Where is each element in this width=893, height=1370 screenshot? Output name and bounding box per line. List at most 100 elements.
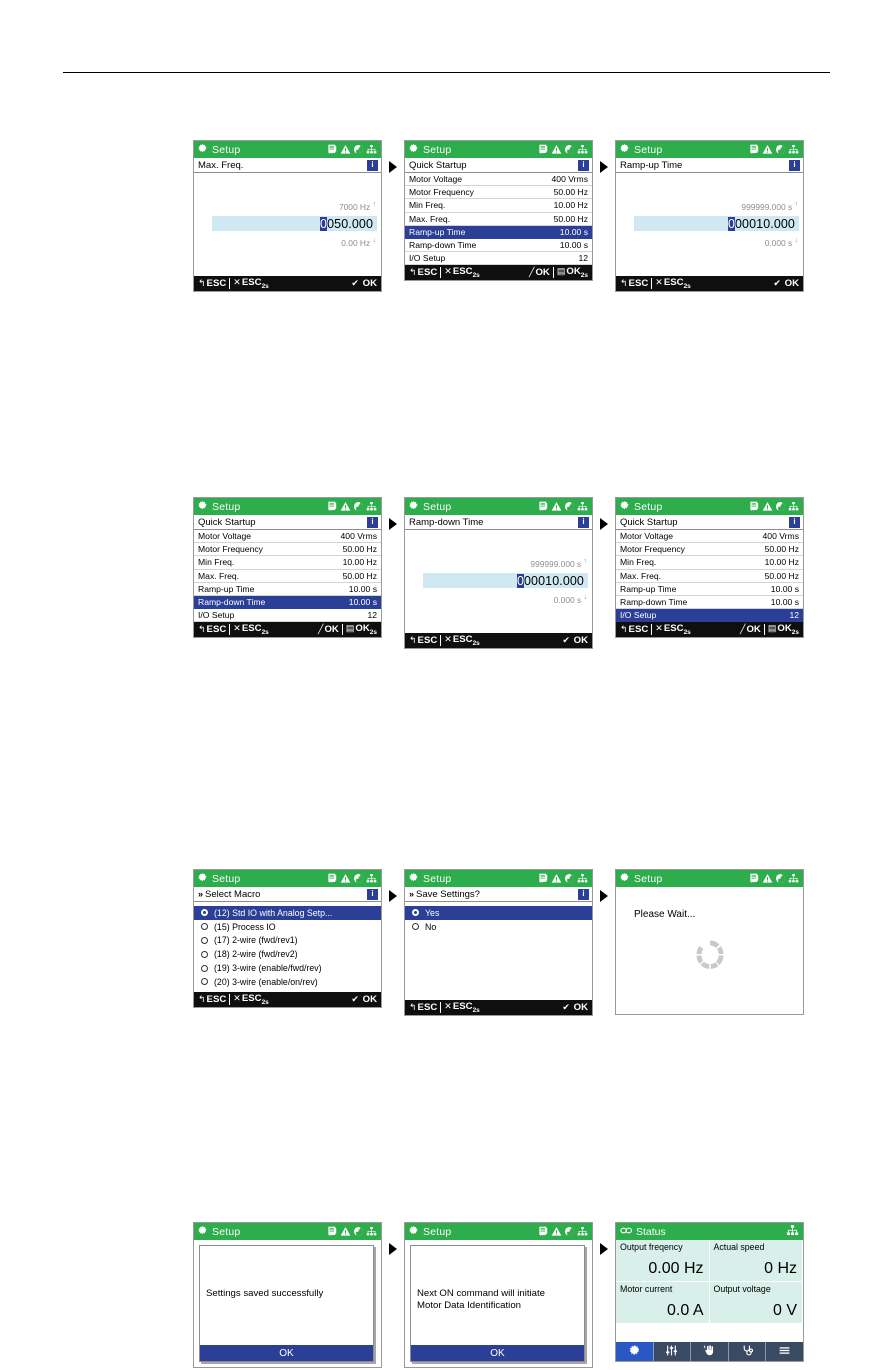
info-icon[interactable]: i — [789, 159, 800, 171]
list-item[interactable]: Max. Freq. 50.00 Hz — [194, 570, 381, 583]
radio-option[interactable]: (20) 3-wire (enable/on/rev) — [194, 975, 381, 989]
ok-softkey[interactable]: ✔ OK — [351, 278, 377, 289]
esc-softkey[interactable]: ↰ESC — [198, 278, 226, 289]
list-item[interactable]: Motor Voltage 400 Vrms — [616, 530, 803, 544]
radio-option[interactable]: (15) Process IO — [194, 920, 381, 934]
status-title: Status — [636, 1225, 666, 1238]
list-item[interactable]: Min Freq. 10.00 Hz — [405, 199, 592, 213]
tab-manual-control[interactable] — [691, 1342, 729, 1361]
wait-panel: Please Wait... — [616, 887, 803, 1014]
warning-triangle-icon — [762, 873, 773, 884]
list-item[interactable]: Motor Frequency 50.00 Hz — [194, 543, 381, 557]
esc-softkey[interactable]: ↰ESC — [198, 994, 226, 1005]
esc-2s-softkey[interactable]: ✕ESC2s — [444, 266, 480, 279]
list-item[interactable]: Ramp-down Time 10.00 s — [616, 596, 803, 610]
list-item[interactable]: Motor Voltage 400 Vrms — [194, 530, 381, 544]
esc-softkey[interactable]: ↰ESC — [198, 624, 226, 635]
network-icon — [366, 1226, 377, 1237]
esc-softkey[interactable]: ↰ESC — [620, 624, 648, 635]
list-item[interactable]: Min Freq. 10.00 Hz — [616, 556, 803, 570]
radio-option-yes[interactable]: Yes — [405, 906, 592, 920]
dialog-ok-button[interactable]: OK — [200, 1345, 373, 1361]
list-item[interactable]: Max. Freq. 50.00 Hz — [616, 570, 803, 583]
info-icon[interactable]: i — [367, 888, 378, 900]
info-icon[interactable]: i — [578, 159, 589, 171]
info-icon[interactable]: i — [367, 159, 378, 171]
save-ok-2s-softkey[interactable]: ▤OK2s — [346, 623, 377, 636]
info-icon[interactable]: i — [578, 516, 589, 528]
list-item-selected[interactable]: I/O Setup 12 — [616, 609, 803, 623]
status-header: Status — [616, 1223, 803, 1240]
list-item-selected[interactable]: Ramp-up Time 10.00 s — [405, 225, 592, 239]
value-input[interactable]: 000010.000 — [423, 573, 588, 588]
link-chain-icon — [620, 1225, 633, 1238]
tab-parameters[interactable] — [654, 1342, 692, 1361]
svg-text:A: A — [540, 1232, 543, 1237]
tab-menu[interactable] — [766, 1342, 803, 1361]
radio-option[interactable]: (12) Std IO with Analog Setp... — [194, 906, 381, 920]
ok-softkey[interactable]: ✔ OK — [562, 1002, 588, 1013]
tab-setup[interactable] — [616, 1342, 654, 1361]
info-icon[interactable]: i — [789, 516, 800, 528]
list-item[interactable]: Max. Freq. 50.00 Hz — [405, 213, 592, 226]
list-item[interactable]: Ramp-up Time 10.00 s — [616, 583, 803, 596]
list-item[interactable]: Motor Frequency 50.00 Hz — [405, 186, 592, 200]
screen-subtitle-bar: Ramp-up Time i — [616, 158, 803, 173]
list-item[interactable]: I/O Setup 12 — [194, 609, 381, 623]
list-item[interactable]: Ramp-up Time 10.00 s — [194, 583, 381, 596]
ok-softkey[interactable]: ✔ OK — [562, 635, 588, 646]
cursor-digit: 0 — [516, 573, 524, 588]
save-ok-2s-softkey[interactable]: ▤OK2s — [557, 266, 588, 279]
ok-softkey[interactable]: ✔ OK — [351, 994, 377, 1005]
warning-triangle-icon — [762, 501, 773, 512]
device-screen-max-freq-edit: Setup A Max. Freq. i 7000 Hz ↑ 0050.000 … — [193, 140, 382, 292]
info-icon[interactable]: i — [367, 516, 378, 528]
radio-option[interactable]: (19) 3-wire (enable/fwd/rev) — [194, 961, 381, 975]
radio-option[interactable]: (18) 2-wire (fwd/rev2) — [194, 947, 381, 961]
esc-2s-softkey[interactable]: ✕ESC2s — [444, 1001, 480, 1014]
value-input[interactable]: 0050.000 — [212, 216, 377, 231]
esc-softkey[interactable]: ↰ESC — [409, 1002, 437, 1013]
dialog-ok-button[interactable]: OK — [411, 1345, 584, 1361]
device-screen-select-macro: Setup A » Select Macro i (12) Std IO wit… — [193, 869, 382, 1008]
svg-text:A: A — [329, 150, 332, 155]
esc-2s-softkey[interactable]: ✕ESC2s — [444, 634, 480, 647]
tab-diagnostics[interactable] — [729, 1342, 767, 1361]
screen-title: Setup — [212, 143, 241, 156]
list-item[interactable]: I/O Setup 12 — [405, 252, 592, 266]
esc-softkey[interactable]: ↰ESC — [620, 278, 648, 289]
radio-option-no[interactable]: No — [405, 920, 592, 934]
screen-subtitle-bar: » Select Macro i — [194, 887, 381, 902]
document-a-icon: A — [327, 144, 338, 155]
esc-2s-softkey[interactable]: ✕ESC2s — [233, 993, 269, 1006]
list-item[interactable]: Min Freq. 10.00 Hz — [194, 556, 381, 570]
radio-icon — [201, 964, 208, 972]
esc-softkey[interactable]: ↰ESC — [409, 267, 437, 278]
network-icon — [366, 501, 377, 512]
edit-ok-softkey[interactable]: ╱OK — [740, 624, 761, 635]
parameter-list: Motor Voltage 400 Vrms Motor Frequency 50.… — [405, 173, 592, 266]
list-item-selected[interactable]: Ramp-down Time 10.00 s — [194, 595, 381, 610]
softkey-bar: ↰ESC ✕ESC2s ✔ OK — [194, 991, 381, 1007]
esc-2s-softkey[interactable]: ✕ESC2s — [655, 623, 691, 636]
list-item[interactable]: Motor Voltage 400 Vrms — [405, 173, 592, 187]
value-input[interactable]: 000010.000 — [634, 216, 799, 231]
status-metric-grid: Output freqency 0.00 Hz Actual speed 0 H… — [616, 1240, 803, 1324]
edit-ok-softkey[interactable]: ╱OK — [529, 267, 550, 278]
ok-softkey[interactable]: ✔ OK — [773, 278, 799, 289]
list-item[interactable]: Ramp-down Time 10.00 s — [405, 239, 592, 253]
network-icon — [788, 501, 799, 512]
value-digits: 050.000 — [327, 216, 373, 231]
edit-ok-softkey[interactable]: ╱OK — [318, 624, 339, 635]
info-icon[interactable]: i — [578, 888, 589, 900]
esc-2s-softkey[interactable]: ✕ESC2s — [233, 623, 269, 636]
device-screen-status: Status Output freqency 0.00 Hz Actual sp… — [615, 1222, 804, 1362]
globe-icon — [564, 873, 575, 884]
save-ok-2s-softkey[interactable]: ▤OK2s — [768, 623, 799, 636]
sliders-icon — [665, 1344, 678, 1359]
esc-softkey[interactable]: ↰ESC — [409, 635, 437, 646]
esc-2s-softkey[interactable]: ✕ESC2s — [233, 277, 269, 290]
esc-2s-softkey[interactable]: ✕ESC2s — [655, 277, 691, 290]
radio-option[interactable]: (17) 2-wire (fwd/rev1) — [194, 934, 381, 948]
list-item[interactable]: Motor Frequency 50.00 Hz — [616, 543, 803, 557]
